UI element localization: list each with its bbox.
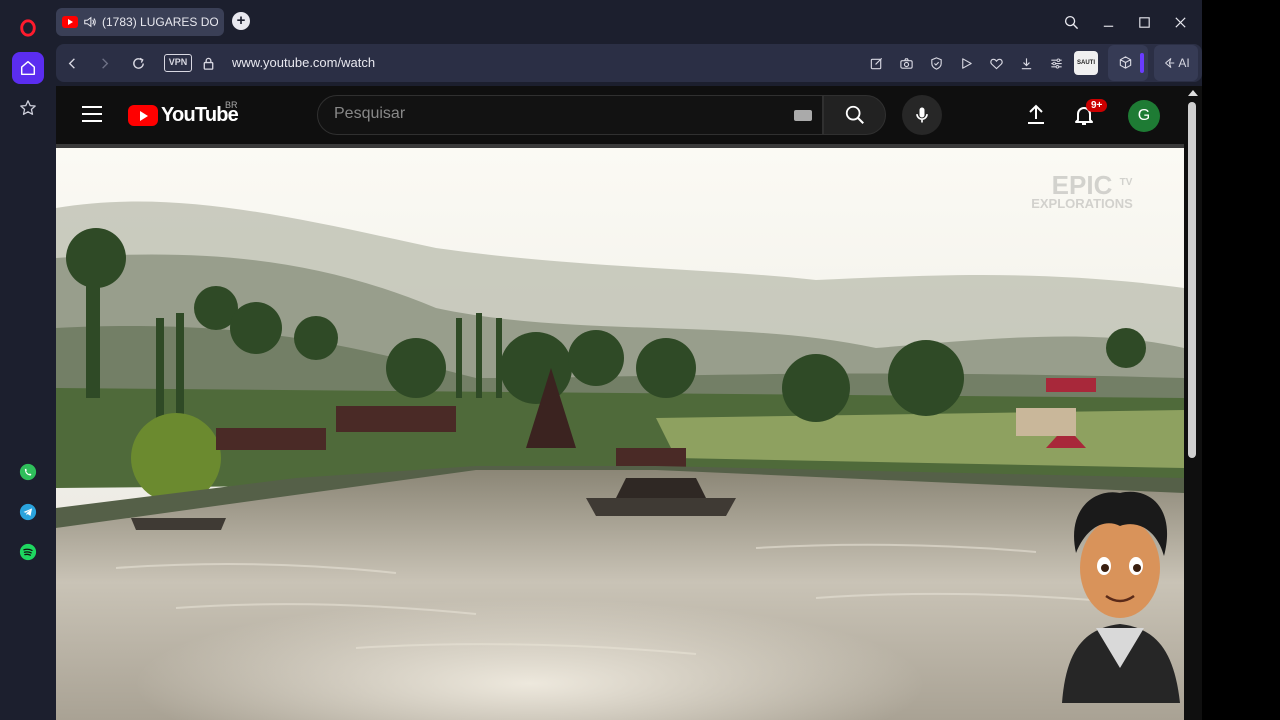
youtube-favicon-icon: [62, 16, 78, 28]
speaker-icon[interactable]: [83, 15, 97, 29]
avatar[interactable]: G: [1128, 100, 1160, 132]
heart-icon[interactable]: [986, 53, 1006, 73]
desktop-background: [1202, 0, 1280, 720]
watermark-tv: TV: [1120, 177, 1133, 188]
camera-icon[interactable]: [896, 53, 916, 73]
url-text[interactable]: www.youtube.com/watch: [232, 55, 375, 70]
search-input[interactable]: Pesquisar: [334, 105, 405, 123]
screen: (1783) LUGARES DO P + VPN www.youtube.co…: [0, 0, 1280, 720]
browser-tab[interactable]: (1783) LUGARES DO P: [56, 8, 224, 36]
notification-badge: 9+: [1086, 99, 1108, 112]
streamer-avatar: [1062, 491, 1180, 703]
edit-icon[interactable]: [866, 53, 886, 73]
opera-sidebar: [0, 0, 56, 720]
youtube-logo-icon: [128, 104, 158, 126]
vpn-badge[interactable]: VPN: [164, 54, 192, 72]
minimize-icon[interactable]: [1096, 10, 1120, 34]
ai-button[interactable]: AI: [1154, 45, 1198, 81]
new-tab-button[interactable]: +: [232, 12, 250, 30]
home-icon[interactable]: [12, 52, 44, 84]
keyboard-icon[interactable]: [794, 110, 812, 121]
download-icon[interactable]: [1016, 53, 1036, 73]
extension-accent-bar: [1140, 53, 1144, 73]
ai-label: AI: [1178, 56, 1190, 70]
back-icon[interactable]: [62, 53, 82, 73]
lock-icon[interactable]: [198, 53, 218, 73]
menu-icon[interactable]: [82, 106, 102, 122]
whatsapp-icon[interactable]: [12, 456, 44, 488]
close-icon[interactable]: [1168, 10, 1192, 34]
youtube-header: YouTube BR Pesquisar 9+ G: [56, 86, 1184, 144]
search-button[interactable]: [823, 95, 886, 135]
search-icon: [845, 105, 864, 124]
scroll-thumb[interactable]: [1188, 102, 1196, 458]
opera-logo-icon[interactable]: [12, 12, 44, 44]
upload-icon[interactable]: [1024, 103, 1048, 127]
address-bar: VPN www.youtube.com/watch SAUTI AI: [56, 44, 1202, 82]
extension-avatar-icon[interactable]: SAUTI: [1074, 51, 1098, 75]
spotify-icon[interactable]: [12, 536, 44, 568]
scrollbar[interactable]: [1184, 86, 1202, 720]
sparkle-icon: [1165, 58, 1175, 68]
browser-chrome: (1783) LUGARES DO P + VPN www.youtube.co…: [56, 0, 1202, 86]
tab-title: (1783) LUGARES DO P: [102, 15, 218, 29]
region-label: BR: [225, 100, 238, 110]
watermark-explorations: EXPLORATIONS: [1031, 196, 1133, 211]
play-icon[interactable]: [956, 53, 976, 73]
extension-label: SAUTI: [1077, 60, 1095, 66]
search-tabs-icon[interactable]: [1059, 10, 1083, 34]
video-frame[interactable]: EPIC TV EXPLORATIONS: [56, 148, 1184, 720]
voice-search-button[interactable]: [902, 95, 942, 135]
search-field[interactable]: Pesquisar: [317, 95, 823, 135]
scroll-up-icon[interactable]: [1188, 90, 1198, 96]
maximize-icon[interactable]: [1132, 10, 1156, 34]
shield-icon[interactable]: [926, 53, 946, 73]
settings-sliders-icon[interactable]: [1046, 53, 1066, 73]
cube-icon: [1119, 56, 1132, 69]
star-icon[interactable]: [12, 92, 44, 124]
microphone-icon: [916, 107, 928, 123]
reload-icon[interactable]: [128, 53, 148, 73]
youtube-page: YouTube BR Pesquisar 9+ G EPIC TV EXPLOR…: [56, 86, 1184, 720]
youtube-logo[interactable]: YouTube: [128, 103, 239, 127]
telegram-icon[interactable]: [12, 496, 44, 528]
forward-icon[interactable]: [94, 53, 114, 73]
